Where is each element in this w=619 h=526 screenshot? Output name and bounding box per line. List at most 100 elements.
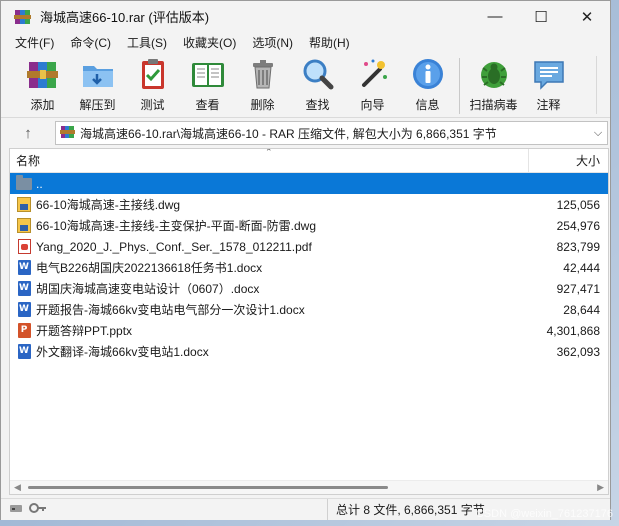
menu-tools[interactable]: 工具(S) <box>119 34 175 51</box>
delete-label: 删除 <box>250 98 275 112</box>
menu-commands[interactable]: 命令(C) <box>62 34 119 51</box>
file-name: 胡国庆海城高速变电站设计（0607）.docx <box>36 282 260 296</box>
winrar-add-icon <box>24 56 62 92</box>
scroll-left-icon[interactable]: ◀ <box>14 481 21 494</box>
scrollbar-thumb[interactable] <box>28 486 388 489</box>
file-size: 254,976 <box>556 218 600 233</box>
file-size: 4,301,868 <box>546 323 600 338</box>
file-rows: .. 66-10海城高速-主接线.dwg 125,056 66-10海城高速-主接线-… <box>10 173 608 362</box>
file-name: Yang_2020_J._Phys._Conf._Ser._1578_01221… <box>36 239 312 254</box>
maximize-button[interactable]: ☐ <box>518 1 564 32</box>
powerpoint-file-icon: P <box>16 323 32 339</box>
file-list: 名称 ⌃ 大小 .. 66-10海城高速-主接线.dwg 125,056 66-10海… <box>9 148 609 495</box>
menu-options[interactable]: 选项(N) <box>244 34 301 51</box>
comment-icon <box>530 56 568 92</box>
folder-up-icon <box>16 174 32 192</box>
file-size: 125,056 <box>556 197 600 212</box>
virus-scan-icon <box>475 56 513 92</box>
toolbar-separator <box>459 58 460 114</box>
info-label: 信息 <box>415 98 440 112</box>
close-button[interactable]: ✕ <box>564 1 610 32</box>
title-bar[interactable]: 海城高速66-10.rar (评估版本) — ☐ ✕ <box>1 1 610 32</box>
extract-to-button[interactable]: 解压到 <box>70 56 125 113</box>
file-row[interactable]: Yang_2020_J._Phys._Conf._Ser._1578_01221… <box>10 236 608 257</box>
horizontal-scrollbar[interactable]: ◀ ▶ <box>10 480 608 494</box>
address-bar: ↑ 海城高速66-10.rar\海城高速66-10 - RAR 压缩文件, 解包… <box>1 118 610 148</box>
comment-button[interactable]: 注释 <box>521 56 576 113</box>
info-icon <box>409 56 447 92</box>
test-label: 测试 <box>140 98 165 112</box>
extract-to-label: 解压到 <box>79 98 116 112</box>
virus-scan-button[interactable]: 扫描病毒 <box>466 56 521 113</box>
dwg-file-icon <box>16 197 32 213</box>
view-button[interactable]: 查看 <box>180 56 235 113</box>
view-label: 查看 <box>195 98 220 112</box>
delete-button[interactable]: 删除 <box>235 56 290 113</box>
file-size: 927,471 <box>556 281 600 296</box>
key-icon[interactable] <box>29 502 47 517</box>
file-size: 28,644 <box>563 302 600 317</box>
wand-icon <box>354 56 392 92</box>
file-size: 823,799 <box>556 239 600 254</box>
toolbar-overflow[interactable] <box>596 56 608 114</box>
wizard-button[interactable]: 向导 <box>345 56 400 113</box>
list-header: 名称 ⌃ 大小 <box>10 149 608 173</box>
file-row[interactable]: P 开题答辩PPT.pptx 4,301,868 <box>10 320 608 341</box>
file-name: 开题答辩PPT.pptx <box>36 324 133 338</box>
minimize-button[interactable]: — <box>472 1 518 32</box>
archive-icon <box>60 124 76 143</box>
file-name: 开题报告-海城66kv变电站电气部分一次设计1.docx <box>36 303 305 317</box>
archive-path-field[interactable]: 海城高速66-10.rar\海城高速66-10 - RAR 压缩文件, 解包大小… <box>55 121 608 145</box>
watermark: CSDN @weixin_761237176 <box>475 508 613 520</box>
file-row[interactable]: 66-10海城高速-主接线.dwg 125,056 <box>10 194 608 215</box>
dwg-file-icon <box>16 218 32 234</box>
menu-file[interactable]: 文件(F) <box>7 34 62 51</box>
word-file-icon: W <box>16 281 32 297</box>
comment-label: 注释 <box>536 98 561 112</box>
file-size: 362,093 <box>556 344 600 359</box>
window-title: 海城高速66-10.rar (评估版本) <box>40 10 210 25</box>
winrar-app-icon <box>14 8 32 26</box>
toolbar: 添加 解压到 测试 查看 删除 查找 向导 信息 扫描病毒 注释 <box>1 52 610 118</box>
sort-up-icon: ⌃ <box>265 148 273 157</box>
menu-help[interactable]: 帮助(H) <box>301 34 358 51</box>
archive-path-text: 海城高速66-10.rar\海城高速66-10 - RAR 压缩文件, 解包大小… <box>80 126 497 141</box>
file-row[interactable]: W 开题报告-海城66kv变电站电气部分一次设计1.docx 28,644 <box>10 299 608 320</box>
word-file-icon: W <box>16 302 32 318</box>
menu-favorites[interactable]: 收藏夹(O) <box>175 34 244 51</box>
status-icons <box>1 502 327 517</box>
folder-extract-icon <box>79 56 117 92</box>
find-button[interactable]: 查找 <box>290 56 345 113</box>
book-view-icon <box>189 56 227 92</box>
word-file-icon: W <box>16 260 32 276</box>
pdf-file-icon <box>16 239 32 255</box>
file-name: 66-10海城高速-主接线.dwg <box>36 198 181 212</box>
drive-icon[interactable] <box>9 502 23 517</box>
column-header-size[interactable]: 大小 <box>528 149 608 172</box>
file-row[interactable]: W 外文翻译-海城66kv变电站1.docx 362,093 <box>10 341 608 362</box>
file-row[interactable]: W 电气B226胡国庆2022136618任务书1.docx 42,444 <box>10 257 608 278</box>
clipboard-test-icon <box>134 56 172 92</box>
status-summary: 总计 8 文件, 6,866,351 字节 <box>327 499 485 520</box>
file-name: 外文翻译-海城66kv变电站1.docx <box>36 345 209 359</box>
virus-scan-label: 扫描病毒 <box>469 98 518 112</box>
file-row[interactable]: 66-10海城高速-主接线-主变保护-平面-断面-防雷.dwg 254,976 <box>10 215 608 236</box>
menu-bar: 文件(F) 命令(C) 工具(S) 收藏夹(O) 选项(N) 帮助(H) <box>1 32 610 52</box>
info-button[interactable]: 信息 <box>400 56 455 113</box>
file-name: .. <box>36 176 43 191</box>
add-button[interactable]: 添加 <box>15 56 70 113</box>
chevron-down-icon[interactable]: ⌵ <box>589 127 607 140</box>
file-name: 电气B226胡国庆2022136618任务书1.docx <box>36 261 263 275</box>
file-name: 66-10海城高速-主接线-主变保护-平面-断面-防雷.dwg <box>36 219 317 233</box>
wizard-label: 向导 <box>360 98 385 112</box>
up-folder-button[interactable]: ↑ <box>13 125 43 142</box>
file-size: 42,444 <box>563 260 600 275</box>
file-row[interactable]: W 胡国庆海城高速变电站设计（0607）.docx 927,471 <box>10 278 608 299</box>
file-row[interactable]: .. <box>10 173 608 194</box>
magnifier-icon <box>299 56 337 92</box>
test-button[interactable]: 测试 <box>125 56 180 113</box>
add-label: 添加 <box>30 98 55 112</box>
trash-icon <box>244 56 282 92</box>
scroll-right-icon[interactable]: ▶ <box>597 481 604 494</box>
find-label: 查找 <box>305 98 330 112</box>
